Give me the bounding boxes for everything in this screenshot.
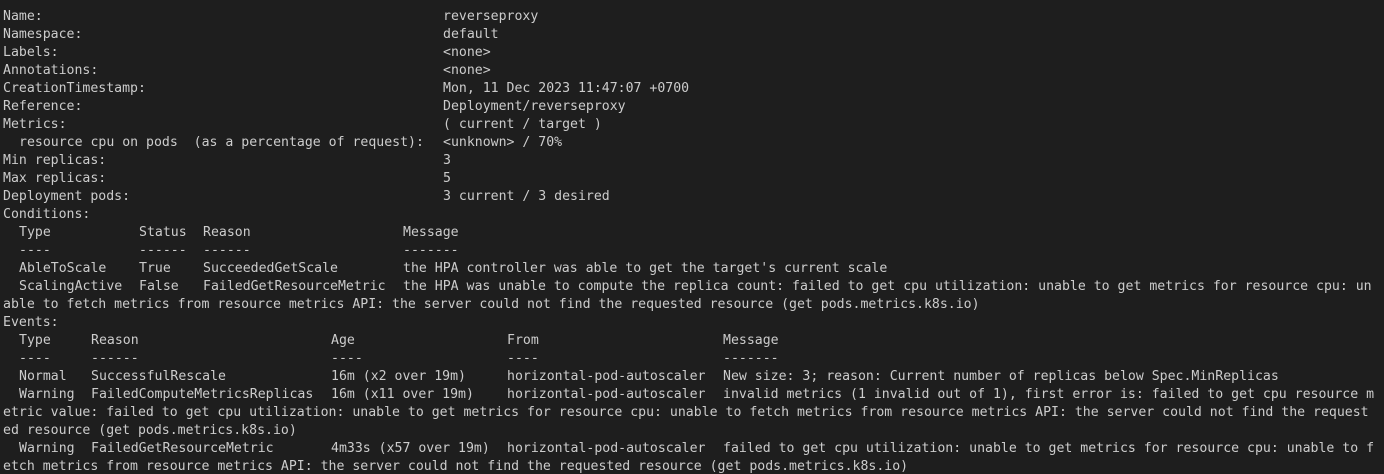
wrapped-line: able to fetch metrics from resource metr… (3, 296, 1384, 314)
metrics-value: ( current / target ) (443, 117, 602, 132)
wrapped-line: ed resource (get pods.metrics.k8s.io) (3, 422, 1384, 440)
conditions-title: Conditions: (3, 206, 1384, 224)
max-replicas-value: 5 (443, 171, 451, 186)
conditions-underline-message: ------- (403, 243, 459, 258)
event-message: New size: 3; reason: Current number of r… (723, 369, 1279, 384)
metrics-line: Metrics: ( current / target ) (3, 116, 1384, 134)
event-age: 4m33s (x57 over 19m) (331, 441, 490, 456)
wrapped-line: etric value: failed to get cpu utilizati… (3, 404, 1384, 422)
annotations-value: <none> (443, 63, 491, 78)
event-type: Normal (19, 369, 67, 384)
event-reason: SuccessfulRescale (91, 369, 226, 384)
condition-type: AbleToScale (19, 261, 107, 276)
labels-key: Labels: (3, 45, 59, 60)
resource-value: <unknown> / 70% (443, 135, 563, 150)
condition-type: ScalingActive (19, 279, 123, 294)
min-replicas-value: 3 (443, 153, 451, 168)
name-key: Name: (3, 9, 43, 24)
event-message-continued: ed resource (get pods.metrics.k8s.io) (3, 423, 297, 438)
table-row: Warning FailedComputeMetricsReplicas 16m… (3, 386, 1384, 404)
conditions-underline-status: ------ (139, 243, 187, 258)
event-message: invalid metrics (1 invalid out of 1), fi… (723, 387, 1375, 402)
name-value: reverseproxy (443, 9, 539, 24)
table-row: Normal SuccessfulRescale 16m (x2 over 19… (3, 368, 1384, 386)
conditions-header-status: Status (139, 225, 187, 240)
events-underline: ---- ------ ---- ---- ------- (3, 350, 1384, 368)
events-underline-type: ---- (19, 351, 51, 366)
metrics-key: Metrics: (3, 117, 67, 132)
resource-key: resource cpu on pods (as a percentage of… (19, 135, 424, 150)
created-value: Mon, 11 Dec 2023 11:47:07 +0700 (443, 81, 690, 96)
min-replicas-key: Min replicas: (3, 153, 107, 168)
events-header-age: Age (331, 333, 355, 348)
event-from: horizontal-pod-autoscaler (507, 369, 706, 384)
event-age: 16m (x2 over 19m) (331, 369, 466, 384)
events-title-text: Events: (3, 315, 59, 330)
events-underline-from: ---- (507, 351, 539, 366)
conditions-header-message: Message (403, 225, 459, 240)
wrapped-line: etch metrics from resource metrics API: … (3, 458, 1384, 474)
reference-line: Reference: Deployment/reverseproxy (3, 98, 1384, 116)
condition-status: False (139, 279, 179, 294)
name-line: Name: reverseproxy (3, 8, 1384, 26)
condition-status: True (139, 261, 171, 276)
event-age: 16m (x11 over 19m) (331, 387, 474, 402)
events-header: Type Reason Age From Message (3, 332, 1384, 350)
created-key: CreationTimestamp: (3, 81, 146, 96)
deployment-pods-value: 3 current / 3 desired (443, 189, 610, 204)
event-from: horizontal-pod-autoscaler (507, 387, 706, 402)
event-message-continued: etric value: failed to get cpu utilizati… (3, 405, 1369, 420)
max-replicas-line: Max replicas: 5 (3, 170, 1384, 188)
reference-key: Reference: (3, 99, 83, 114)
conditions-header: Type Status Reason Message (3, 224, 1384, 242)
conditions-header-reason: Reason (203, 225, 251, 240)
conditions-header-type: Type (19, 225, 51, 240)
deployment-pods-line: Deployment pods: 3 current / 3 desired (3, 188, 1384, 206)
condition-message-continued: able to fetch metrics from resource metr… (3, 297, 980, 312)
events-header-reason: Reason (91, 333, 139, 348)
min-replicas-line: Min replicas: 3 (3, 152, 1384, 170)
reference-value: Deployment/reverseproxy (443, 99, 626, 114)
events-underline-reason: ------ (91, 351, 139, 366)
event-type: Warning (19, 387, 75, 402)
condition-message: the HPA was unable to compute the replic… (403, 279, 1372, 294)
conditions-underline-reason: ------ (203, 243, 251, 258)
events-title: Events: (3, 314, 1384, 332)
condition-reason: SucceededGetScale (203, 261, 338, 276)
table-row: Warning FailedGetResourceMetric 4m33s (x… (3, 440, 1384, 458)
events-underline-age: ---- (331, 351, 363, 366)
labels-value: <none> (443, 45, 491, 60)
events-header-message: Message (723, 333, 779, 348)
deployment-pods-key: Deployment pods: (3, 189, 131, 204)
table-row: AbleToScale True SucceededGetScale the H… (3, 260, 1384, 278)
annotations-key: Annotations: (3, 63, 99, 78)
conditions-title-text: Conditions: (3, 207, 91, 222)
namespace-key: Namespace: (3, 27, 83, 42)
condition-message: the HPA controller was able to get the t… (403, 261, 888, 276)
conditions-underline: ---- ------ ------ ------- (3, 242, 1384, 260)
event-reason: FailedComputeMetricsReplicas (91, 387, 314, 402)
conditions-underline-type: ---- (19, 243, 51, 258)
events-underline-message: ------- (723, 351, 779, 366)
namespace-value: default (443, 27, 499, 42)
labels-line: Labels: <none> (3, 44, 1384, 62)
event-message-continued: etch metrics from resource metrics API: … (3, 459, 909, 474)
event-reason: FailedGetResourceMetric (91, 441, 274, 456)
events-header-type: Type (19, 333, 51, 348)
terminal-output[interactable]: Name: reverseproxy Namespace: default La… (0, 0, 1384, 474)
created-line: CreationTimestamp: Mon, 11 Dec 2023 11:4… (3, 80, 1384, 98)
condition-reason: FailedGetResourceMetric (203, 279, 386, 294)
event-type: Warning (19, 441, 75, 456)
resource-line: resource cpu on pods (as a percentage of… (3, 134, 1384, 152)
namespace-line: Namespace: default (3, 26, 1384, 44)
max-replicas-key: Max replicas: (3, 171, 107, 186)
events-header-from: From (507, 333, 539, 348)
event-message: failed to get cpu utilization: unable to… (723, 441, 1375, 456)
table-row: ScalingActive False FailedGetResourceMet… (3, 278, 1384, 296)
event-from: horizontal-pod-autoscaler (507, 441, 706, 456)
annotations-line: Annotations: <none> (3, 62, 1384, 80)
